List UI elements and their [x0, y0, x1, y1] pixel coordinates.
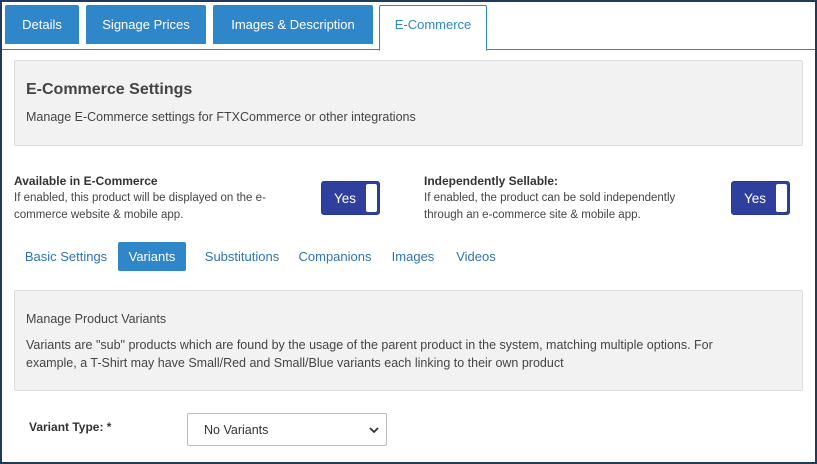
available-ecommerce-desc-2: commerce website & mobile app.: [14, 209, 184, 221]
chevron-down-icon: [369, 427, 379, 434]
independently-sellable-desc-1: If enabled, the product can be sold inde…: [424, 192, 676, 204]
tab-signage-prices[interactable]: Signage Prices: [86, 5, 206, 44]
variant-type-label: Variant Type: *: [29, 420, 112, 434]
available-ecommerce-desc-1: If enabled, this product will be display…: [14, 192, 266, 204]
subtab-images[interactable]: Images: [384, 242, 442, 271]
available-ecommerce-toggle[interactable]: Yes: [321, 181, 380, 215]
main-tabbar: Details Signage Prices Images & Descript…: [2, 2, 815, 51]
subtab-variants[interactable]: Variants: [118, 242, 186, 271]
tab-ecommerce[interactable]: E-Commerce: [379, 5, 487, 51]
product-variants-desc-1: Variants are "sub" products which are fo…: [26, 338, 713, 352]
sellable-toggle-label: Yes: [743, 190, 767, 206]
tab-details[interactable]: Details: [5, 5, 79, 44]
product-variants-panel: Manage Product Variants Variants are "su…: [14, 290, 803, 391]
subtab-basic-settings[interactable]: Basic Settings: [14, 242, 118, 271]
ecommerce-settings-panel: E-Commerce Settings Manage E-Commerce se…: [14, 60, 803, 146]
toggle-knob: [366, 184, 377, 212]
independently-sellable-toggle[interactable]: Yes: [731, 181, 790, 215]
independently-sellable-desc-2: through an e-commerce site & mobile app.: [424, 209, 641, 221]
variant-type-value: No Variants: [204, 423, 269, 437]
subtab-videos[interactable]: Videos: [446, 242, 506, 271]
product-variants-desc-2: example, a T-Shirt may have Small/Red an…: [26, 356, 564, 370]
subtab-companions[interactable]: Companions: [290, 242, 380, 271]
independently-sellable-label: Independently Sellable:: [424, 174, 559, 188]
subtab-substitutions[interactable]: Substitutions: [190, 242, 294, 271]
variant-type-select[interactable]: No Variants: [187, 413, 387, 446]
app-frame: Details Signage Prices Images & Descript…: [0, 0, 817, 464]
product-variants-title: Manage Product Variants: [26, 312, 167, 326]
ecommerce-settings-title: E-Commerce Settings: [26, 81, 193, 98]
tab-images-description[interactable]: Images & Description: [213, 5, 373, 44]
toggle-knob: [776, 184, 787, 212]
ecommerce-settings-subtitle: Manage E-Commerce settings for FTXCommer…: [26, 110, 416, 124]
available-ecommerce-label: Available in E-Commerce: [14, 174, 158, 188]
available-toggle-label: Yes: [333, 190, 357, 206]
